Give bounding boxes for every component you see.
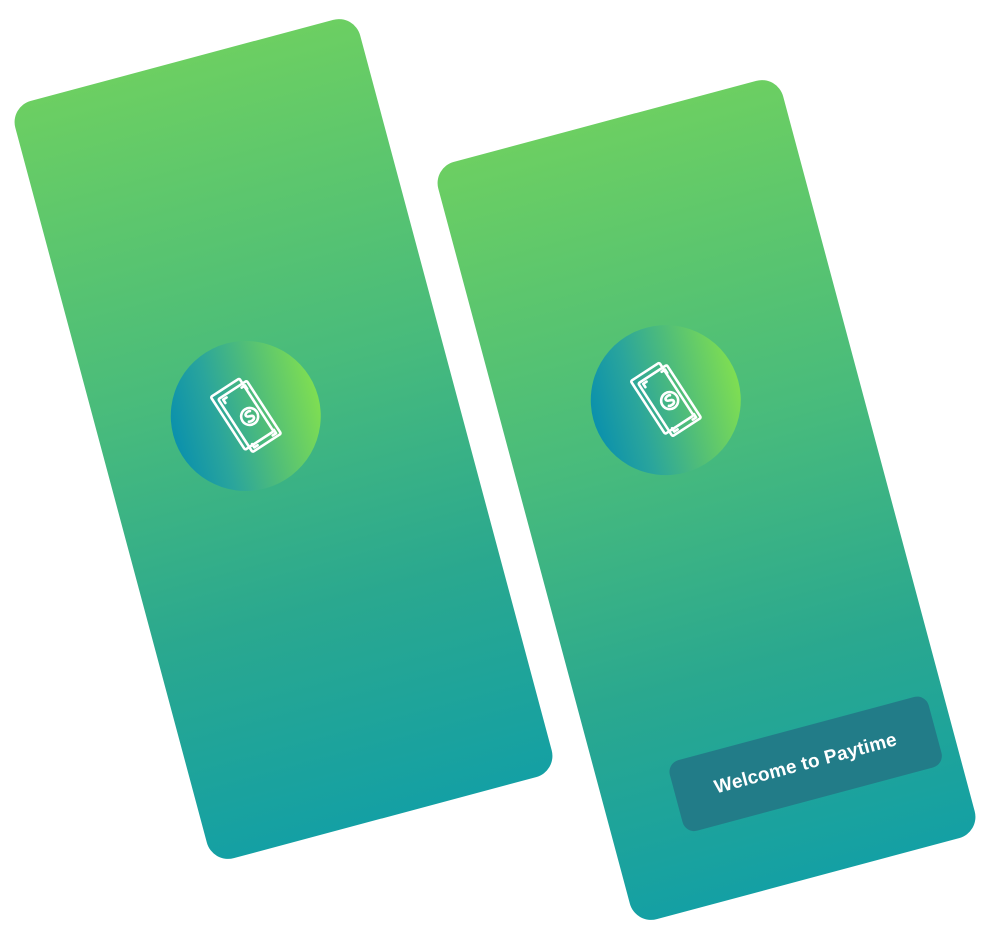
app-logo — [573, 308, 758, 492]
showcase-stage: Welcome to Paytime — [0, 0, 992, 938]
welcome-button[interactable]: Welcome to Paytime — [666, 693, 945, 834]
money-bills-icon — [630, 361, 702, 438]
splash-screen-right: Welcome to Paytime — [432, 75, 981, 925]
splash-screen-left — [9, 14, 558, 864]
app-logo — [153, 324, 338, 508]
money-bills-icon — [210, 377, 282, 453]
